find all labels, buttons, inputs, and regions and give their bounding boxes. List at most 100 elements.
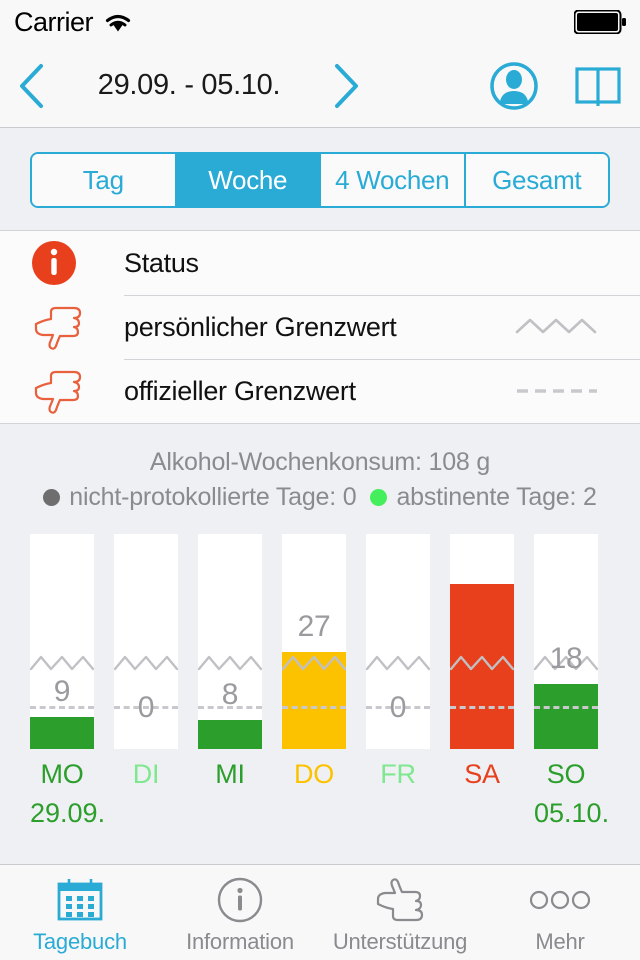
bar-column[interactable]: 9	[29, 534, 95, 749]
calendar-icon	[56, 875, 104, 925]
period-segmented-control[interactable]: Tag Woche 4 Wochen Gesamt	[30, 152, 610, 208]
bar-column[interactable]: 18	[533, 534, 599, 749]
day-date: 05.10.	[534, 798, 610, 828]
wifi-icon	[103, 11, 133, 33]
carrier-label: Carrier	[14, 6, 94, 37]
tab-label-information: Information	[186, 928, 294, 954]
legend-sample-zigzag-line	[500, 314, 640, 340]
legend-row-status[interactable]: Status	[0, 231, 640, 295]
date-range-title: 29.09. - 05.10.	[97, 69, 281, 101]
day-name: MI	[215, 759, 245, 789]
segment-woche[interactable]: Woche	[176, 154, 321, 206]
day-date	[450, 798, 514, 829]
thumbs-up-icon	[372, 875, 428, 925]
chart-title: Alkohol-Wochenkonsum: 108 g	[149, 448, 491, 476]
bar-fill	[198, 720, 262, 749]
previous-week-button[interactable]	[0, 63, 64, 109]
status-bar: Carrier	[0, 0, 640, 44]
bar-value-label: 18	[549, 642, 583, 675]
tab-label-unterstuetzung: Unterstützung	[332, 928, 468, 954]
person-circle-icon	[490, 61, 538, 110]
day-name: SO	[546, 759, 586, 789]
tab-mehr[interactable]: Mehr	[480, 865, 640, 960]
thumbs-down-icon	[30, 302, 124, 352]
bar-track	[198, 534, 262, 749]
segment-4-wochen[interactable]: 4 Wochen	[321, 154, 466, 206]
open-book-icon	[575, 66, 621, 106]
day-date	[282, 798, 346, 829]
bar-column[interactable]: 0	[113, 534, 179, 749]
bar-column[interactable]: 8	[197, 534, 263, 749]
bar-value-label: 27	[297, 610, 331, 643]
chart-summary: Alkohol-Wochenkonsum: 108 g nicht-protok…	[0, 424, 640, 512]
untracked-days-dot	[43, 489, 61, 506]
day-date	[198, 798, 262, 829]
nav-right-actions	[472, 61, 640, 111]
bar-fill	[282, 652, 346, 749]
navigation-bar: 29.09. - 05.10.	[0, 44, 640, 128]
chart-panel: Alkohol-Wochenkonsum: 108 g nicht-protok…	[0, 423, 640, 842]
tab-unterstuetzung[interactable]: Unterstützung	[320, 865, 480, 960]
tab-information[interactable]: Information	[160, 865, 320, 960]
day-label-column: SO 05.10.	[534, 759, 610, 829]
bar-fill	[450, 584, 514, 749]
bar-value-label: 46	[465, 542, 499, 575]
day-date: 29.09.	[30, 798, 106, 828]
bar-column[interactable]: 46	[449, 534, 515, 749]
bar-value-label: 9	[53, 675, 71, 708]
tab-label-mehr: Mehr	[535, 928, 585, 954]
bar-fill	[30, 717, 94, 749]
zigzag-line-icon	[515, 318, 597, 334]
bar-value-label: 0	[389, 691, 407, 724]
day-label-column: MO 29.09.	[30, 759, 106, 829]
day-name: SA	[464, 759, 500, 789]
day-label-column: FR	[366, 759, 430, 829]
info-circle-icon	[30, 239, 124, 287]
legend-row-official-limit[interactable]: offizieller Grenzwert	[0, 359, 640, 423]
day-name: DO	[293, 759, 335, 789]
day-label-column: SA	[450, 759, 514, 829]
tab-label-tagebuch: Tagebuch	[33, 928, 127, 954]
segment-gesamt[interactable]: Gesamt	[465, 154, 608, 206]
day-name: FR	[380, 759, 416, 789]
official-limit-dashed	[282, 706, 346, 709]
chart-day-labels: MO 29.09. DI MI DO FR SA SO 05.10.	[0, 759, 640, 829]
day-label-column: MI	[198, 759, 262, 829]
day-label-column: DI	[114, 759, 178, 829]
day-label-column: DO	[282, 759, 346, 829]
legend-sample-dashed-line	[500, 378, 640, 404]
legend-list: Status persönlicher Grenzwert offizielle…	[0, 231, 640, 423]
thumbs-down-icon	[30, 366, 124, 416]
untracked-days-label: nicht-protokollierte Tage: 0	[69, 483, 357, 511]
day-name: MO	[40, 759, 84, 789]
diary-book-button[interactable]	[556, 61, 640, 111]
next-week-button[interactable]	[314, 63, 378, 109]
legend-label-official-limit: offizieller Grenzwert	[124, 375, 356, 406]
day-name: DI	[132, 759, 160, 789]
segment-tag[interactable]: Tag	[32, 154, 177, 206]
bar-value-label: 0	[137, 691, 155, 724]
chevron-right-icon	[335, 63, 358, 108]
tab-bar: Tagebuch Information Unterstützung Mehr	[0, 864, 640, 960]
bar-value-label: 8	[221, 678, 239, 711]
info-circle-icon	[217, 875, 263, 925]
abstinent-days-dot	[370, 489, 388, 506]
battery-full-icon	[574, 10, 626, 34]
legend-row-personal-limit[interactable]: persönlicher Grenzwert	[0, 295, 640, 359]
chevron-left-icon	[20, 63, 43, 108]
chart-subtitle: nicht-protokollierte Tage: 0 abstinente …	[0, 483, 640, 512]
official-limit-dashed	[450, 706, 514, 709]
bar-column[interactable]: 0	[365, 534, 431, 749]
day-date	[114, 798, 178, 829]
dashed-line-icon	[517, 389, 597, 393]
official-limit-dashed	[534, 706, 598, 709]
legend-label-personal-limit: persönlicher Grenzwert	[124, 311, 397, 342]
tab-tagebuch[interactable]: Tagebuch	[0, 865, 160, 960]
ellipsis-icon	[528, 875, 592, 925]
abstinent-days-label: abstinente Tage: 2	[396, 483, 597, 511]
day-date	[366, 798, 430, 829]
bar-column[interactable]: 27	[281, 534, 347, 749]
profile-button[interactable]	[472, 61, 556, 111]
bar-chart: 9 0 8 27 0 46 18	[0, 534, 640, 749]
bar-fill	[534, 684, 598, 749]
